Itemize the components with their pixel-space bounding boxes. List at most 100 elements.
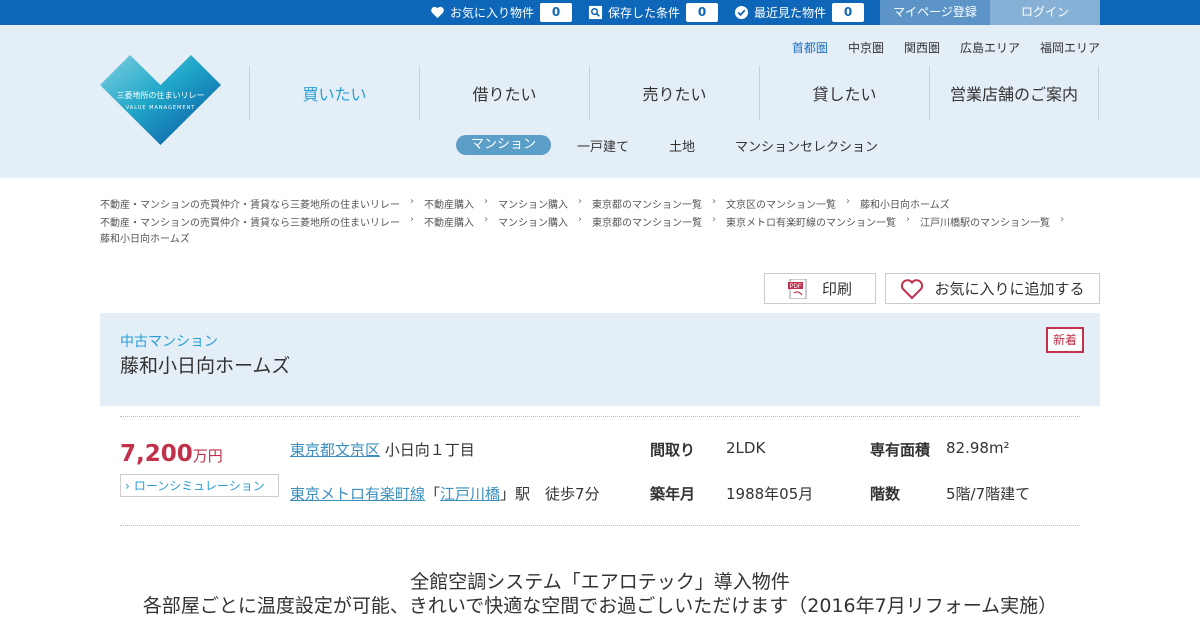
nav-sell[interactable]: 売りたい (589, 66, 759, 120)
sub-navigation: マンション 一戸建て 土地 マンションセレクション (456, 135, 878, 155)
area-value: 82.98m² (946, 439, 1010, 457)
logo-subtext: VALUE MANAGEMENT (125, 105, 196, 111)
price-unit: 万円 (192, 447, 223, 465)
breadcrumb-item[interactable]: マンション購入 (498, 196, 568, 211)
recent-count: 0 (832, 3, 865, 22)
layout-value: 2LDK (726, 439, 766, 457)
breadcrumb-item[interactable]: 東京メトロ有楽町線のマンション一覧 (726, 214, 896, 229)
nav-stores[interactable]: 営業店舗のご案内 (929, 66, 1099, 120)
area-chukyo[interactable]: 中京圏 (848, 39, 884, 56)
layout-label: 間取り (650, 441, 696, 459)
add-favorite-label: お気に入りに追加する (934, 280, 1085, 298)
breadcrumb-item[interactable]: 不動産購入 (424, 214, 474, 229)
chevron-right-icon: › (846, 196, 850, 207)
breadcrumb-current: 藤和小日向ホームズ (860, 200, 950, 211)
divider (120, 416, 1080, 417)
recent-label: 最近見た物件 (754, 6, 827, 20)
chevron-right-icon: › (125, 478, 130, 493)
subnav-mansion-selection[interactable]: マンションセレクション (735, 136, 878, 155)
area-kansai[interactable]: 関西圏 (904, 39, 940, 56)
price: 7,200万円 (120, 441, 223, 467)
chevron-right-icon: › (712, 214, 716, 225)
site-header: 三菱地所の住まいリレー VALUE MANAGEMENT 首都圏 中京圏 関西圏… (0, 25, 1200, 178)
chevron-right-icon: › (712, 196, 716, 207)
breadcrumb: 不動産・マンションの売買仲介・賃貸なら三菱地所の住まいリレー › 不動産購入 › マ… (100, 214, 1100, 229)
chevron-right-icon: › (1060, 214, 1064, 225)
train-line-link[interactable]: 東京メトロ有楽町線 (290, 485, 425, 503)
login-button[interactable]: ログイン (990, 0, 1100, 25)
loan-simulation-label: ローンシミュレーション (133, 479, 265, 493)
subnav-mansion[interactable]: マンション (456, 135, 551, 155)
breadcrumb-item[interactable]: 東京都のマンション一覧 (592, 196, 702, 211)
chevron-right-icon: › (578, 214, 582, 225)
property-name: 藤和小日向ホームズ (120, 355, 291, 377)
logo-text: 三菱地所の住まいリレー (116, 91, 205, 100)
breadcrumb-current: 藤和小日向ホームズ (100, 234, 190, 245)
nav-buy[interactable]: 買いたい (249, 66, 419, 120)
divider (120, 525, 1080, 526)
area-label: 専有面積 (870, 441, 931, 459)
print-button[interactable]: PDF 印刷 (764, 273, 876, 304)
chevron-right-icon: › (484, 196, 488, 207)
new-badge: 新着 (1046, 327, 1084, 353)
area-selector: 首都圏 中京圏 関西圏 広島エリア 福岡エリア (792, 39, 1100, 56)
built-label: 築年月 (650, 485, 696, 503)
nav-lease[interactable]: 貸したい (759, 66, 929, 120)
loan-simulation-button[interactable]: › ローンシミュレーション (120, 474, 279, 497)
chevron-right-icon: › (906, 214, 910, 225)
add-favorite-button[interactable]: お気に入りに追加する (885, 273, 1100, 304)
address-ward-link[interactable]: 東京都文京区 (290, 441, 380, 459)
breadcrumb-item[interactable]: 文京区のマンション一覧 (726, 196, 836, 211)
property-address: 東京都文京区 小日向１丁目 (290, 439, 475, 460)
floor-label: 階数 (870, 485, 901, 503)
favorites-count: 0 (540, 3, 573, 22)
saved-conditions-link[interactable]: 保存した条件 0 (588, 0, 719, 25)
address-rest: 小日向１丁目 (384, 441, 475, 459)
nav-rent[interactable]: 借りたい (419, 66, 589, 120)
pdf-icon: PDF (787, 278, 807, 299)
breadcrumb-item[interactable]: 東京都のマンション一覧 (592, 214, 702, 229)
chevron-right-icon: › (578, 196, 582, 207)
area-fukuoka[interactable]: 福岡エリア (1040, 39, 1100, 56)
chevron-right-icon: › (410, 196, 414, 207)
clock-check-icon (734, 5, 749, 20)
breadcrumb-item[interactable]: マンション購入 (498, 214, 568, 229)
site-logo[interactable]: 三菱地所の住まいリレー VALUE MANAGEMENT (100, 55, 221, 145)
property-type: 中古マンション (120, 334, 218, 350)
heart-outline-icon (901, 278, 924, 299)
saved-count: 0 (686, 3, 719, 22)
chevron-right-icon: › (484, 214, 488, 225)
top-utility-bar: お気に入り物件 0 保存した条件 0 最近見た物件 0 マイページ登録 ログイン (0, 0, 1200, 25)
floor-value: 5階/7階建て (946, 485, 1031, 503)
catch-copy-line1: 全館空調システム「エアロテック」導入物件 (410, 571, 790, 593)
breadcrumb: 藤和小日向ホームズ (100, 230, 1100, 245)
subnav-house[interactable]: 一戸建て (577, 136, 629, 155)
catch-copy-line2: 各部屋ごとに温度設定が可能、きれいで快適な空間でお過ごしいただけます（2016年… (142, 595, 1058, 617)
heart-icon (431, 6, 444, 19)
area-shutoken[interactable]: 首都圏 (792, 39, 828, 56)
price-value: 7,200 (120, 441, 193, 467)
breadcrumb: 不動産・マンションの売買仲介・賃貸なら三菱地所の住まいリレー › 不動産購入 › マ… (100, 196, 1100, 211)
station-walk: 」駅 徒歩7分 (500, 485, 600, 503)
breadcrumb-item[interactable]: 不動産・マンションの売買仲介・賃貸なら三菱地所の住まいリレー (100, 214, 400, 229)
mypage-register-button[interactable]: マイページ登録 (880, 0, 990, 25)
breadcrumb-item[interactable]: 不動産購入 (424, 196, 474, 211)
station-open-bracket: 「 (425, 485, 441, 503)
search-document-icon (588, 5, 603, 20)
svg-text:PDF: PDF (789, 284, 801, 290)
favorites-link[interactable]: お気に入り物件 0 (430, 0, 573, 25)
property-access: 東京メトロ有楽町線「江戸川橋」駅 徒歩7分 (290, 483, 600, 504)
print-label: 印刷 (821, 280, 852, 298)
station-link[interactable]: 江戸川橋 (440, 485, 500, 503)
property-title-box: 中古マンション 藤和小日向ホームズ 新着 (100, 313, 1100, 406)
favorites-label: お気に入り物件 (450, 6, 535, 20)
built-value: 1988年05月 (726, 485, 814, 503)
area-hiroshima[interactable]: 広島エリア (960, 39, 1020, 56)
saved-label: 保存した条件 (608, 6, 681, 20)
chevron-right-icon: › (410, 214, 414, 225)
subnav-land[interactable]: 土地 (669, 136, 695, 155)
breadcrumb-item[interactable]: 江戸川橋駅のマンション一覧 (920, 214, 1050, 229)
recent-viewed-link[interactable]: 最近見た物件 0 (734, 0, 865, 25)
breadcrumb-item[interactable]: 不動産・マンションの売買仲介・賃貸なら三菱地所の住まいリレー (100, 196, 400, 211)
main-navigation: 買いたい 借りたい 売りたい 貸したい 営業店舗のご案内 (249, 66, 1100, 120)
